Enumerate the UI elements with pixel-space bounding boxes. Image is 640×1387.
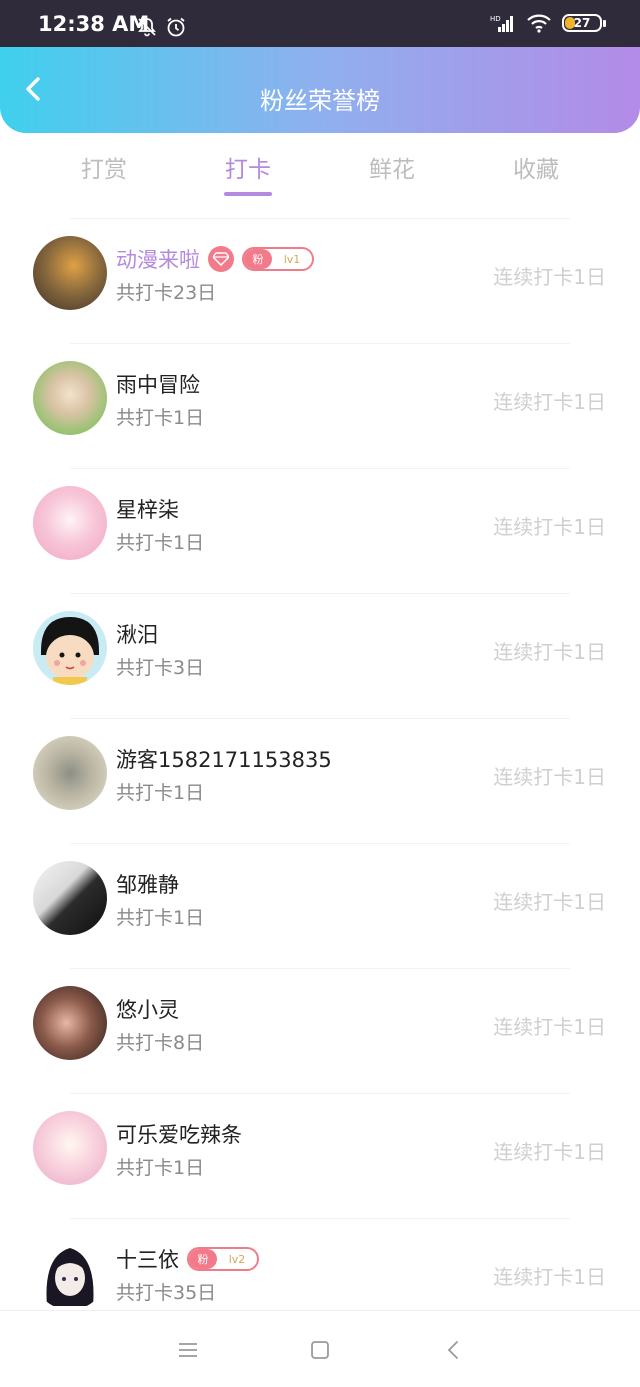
user-name: 游客1582171153835 [116,748,332,772]
avatar[interactable] [33,861,107,935]
battery-level: 27 [573,16,591,30]
total-checkins: 共打卡1日 [116,407,205,429]
tab-favorites[interactable]: 收藏 [464,150,608,200]
total-checkins: 共打卡35日 [116,1282,217,1304]
streak-label: 连续打卡1日 [493,890,606,914]
user-name: 雨中冒险 [116,373,200,397]
fan-ranking-list: 动漫来啦 粉 lv1 共打卡23日 连续打卡1日 雨中冒险 共打卡1日 连续打卡… [0,218,640,1343]
wifi-icon [527,14,551,33]
list-item[interactable]: 动漫来啦 粉 lv1 共打卡23日 连续打卡1日 [0,218,640,343]
avatar-illustration [41,617,99,685]
tab-bar: 打赏 打卡 鲜花 收藏 [32,150,608,200]
fan-level-badge: 粉 lv1 [242,247,314,271]
back-triangle-icon[interactable] [442,1339,466,1361]
user-name: 动漫来啦 [116,248,200,272]
avatar[interactable] [33,611,107,685]
level-label: lv2 [228,1252,246,1266]
tab-active-indicator [224,192,272,196]
alarm-icon [167,17,185,37]
user-name: 邹雅静 [116,873,179,897]
streak-label: 连续打卡1日 [493,1015,606,1039]
user-name: 星梓柒 [116,498,179,522]
total-checkins: 共打卡1日 [116,907,205,929]
streak-label: 连续打卡1日 [493,515,606,539]
tab-checkin[interactable]: 打卡 [176,150,320,200]
page-title: 粉丝荣誉榜 [260,87,380,115]
list-item[interactable]: 可乐爱吃辣条 共打卡1日 连续打卡1日 [0,1093,640,1218]
fan-level-badge: 粉 lv2 [187,1247,259,1271]
tab-label: 打赏 [81,157,127,183]
list-item[interactable]: 湫汨 共打卡3日 连续打卡1日 [0,593,640,718]
status-bar: 12:38 AM HD 27 [0,0,640,47]
home-square-icon[interactable] [308,1339,332,1361]
battery-icon: 27 [562,14,606,32]
avatar[interactable] [33,486,107,560]
system-nav-bar [0,1310,640,1387]
streak-label: 连续打卡1日 [493,265,606,289]
fan-label: 粉 [244,249,272,269]
diamond-icon [208,246,234,272]
tab-label: 打卡 [225,157,271,183]
total-checkins: 共打卡3日 [116,657,205,679]
status-indicators: HD 27 [490,13,606,33]
level-label: lv1 [283,252,301,266]
avatar[interactable] [33,361,107,435]
tab-reward[interactable]: 打赏 [32,150,176,200]
total-checkins: 共打卡1日 [116,532,205,554]
avatar[interactable] [33,736,107,810]
svg-text:HD: HD [490,15,501,23]
user-name: 湫汨 [116,623,158,647]
bell-muted-icon [138,18,156,37]
status-time: 12:38 AM [38,12,150,36]
signal-icon: HD [490,15,513,32]
list-item[interactable]: 游客1582171153835 共打卡1日 连续打卡1日 [0,718,640,843]
user-name: 十三依 [116,1248,179,1272]
user-name: 悠小灵 [116,998,179,1022]
total-checkins: 共打卡23日 [116,282,217,304]
list-item[interactable]: 雨中冒险 共打卡1日 连续打卡1日 [0,343,640,468]
menu-icon[interactable] [176,1339,200,1361]
tab-label: 鲜花 [369,157,415,183]
list-item[interactable]: 悠小灵 共打卡8日 连续打卡1日 [0,968,640,1093]
total-checkins: 共打卡1日 [116,782,205,804]
streak-label: 连续打卡1日 [493,640,606,664]
avatar[interactable] [33,986,107,1060]
avatar[interactable] [33,1111,107,1185]
list-item[interactable]: 星梓柒 共打卡1日 连续打卡1日 [0,468,640,593]
app-header: 粉丝荣誉榜 [0,47,640,133]
avatar[interactable] [33,1236,107,1310]
total-checkins: 共打卡1日 [116,1157,205,1179]
list-item[interactable]: 邹雅静 共打卡1日 连续打卡1日 [0,843,640,968]
fan-label: 粉 [189,1249,217,1269]
streak-label: 连续打卡1日 [493,1265,606,1289]
total-checkins: 共打卡8日 [116,1032,205,1054]
streak-label: 连续打卡1日 [493,390,606,414]
tab-flowers[interactable]: 鲜花 [320,150,464,200]
tab-label: 收藏 [513,157,559,183]
avatar[interactable] [33,236,107,310]
streak-label: 连续打卡1日 [493,765,606,789]
avatar-illustration [46,1248,94,1306]
streak-label: 连续打卡1日 [493,1140,606,1164]
user-name: 可乐爱吃辣条 [116,1123,242,1147]
